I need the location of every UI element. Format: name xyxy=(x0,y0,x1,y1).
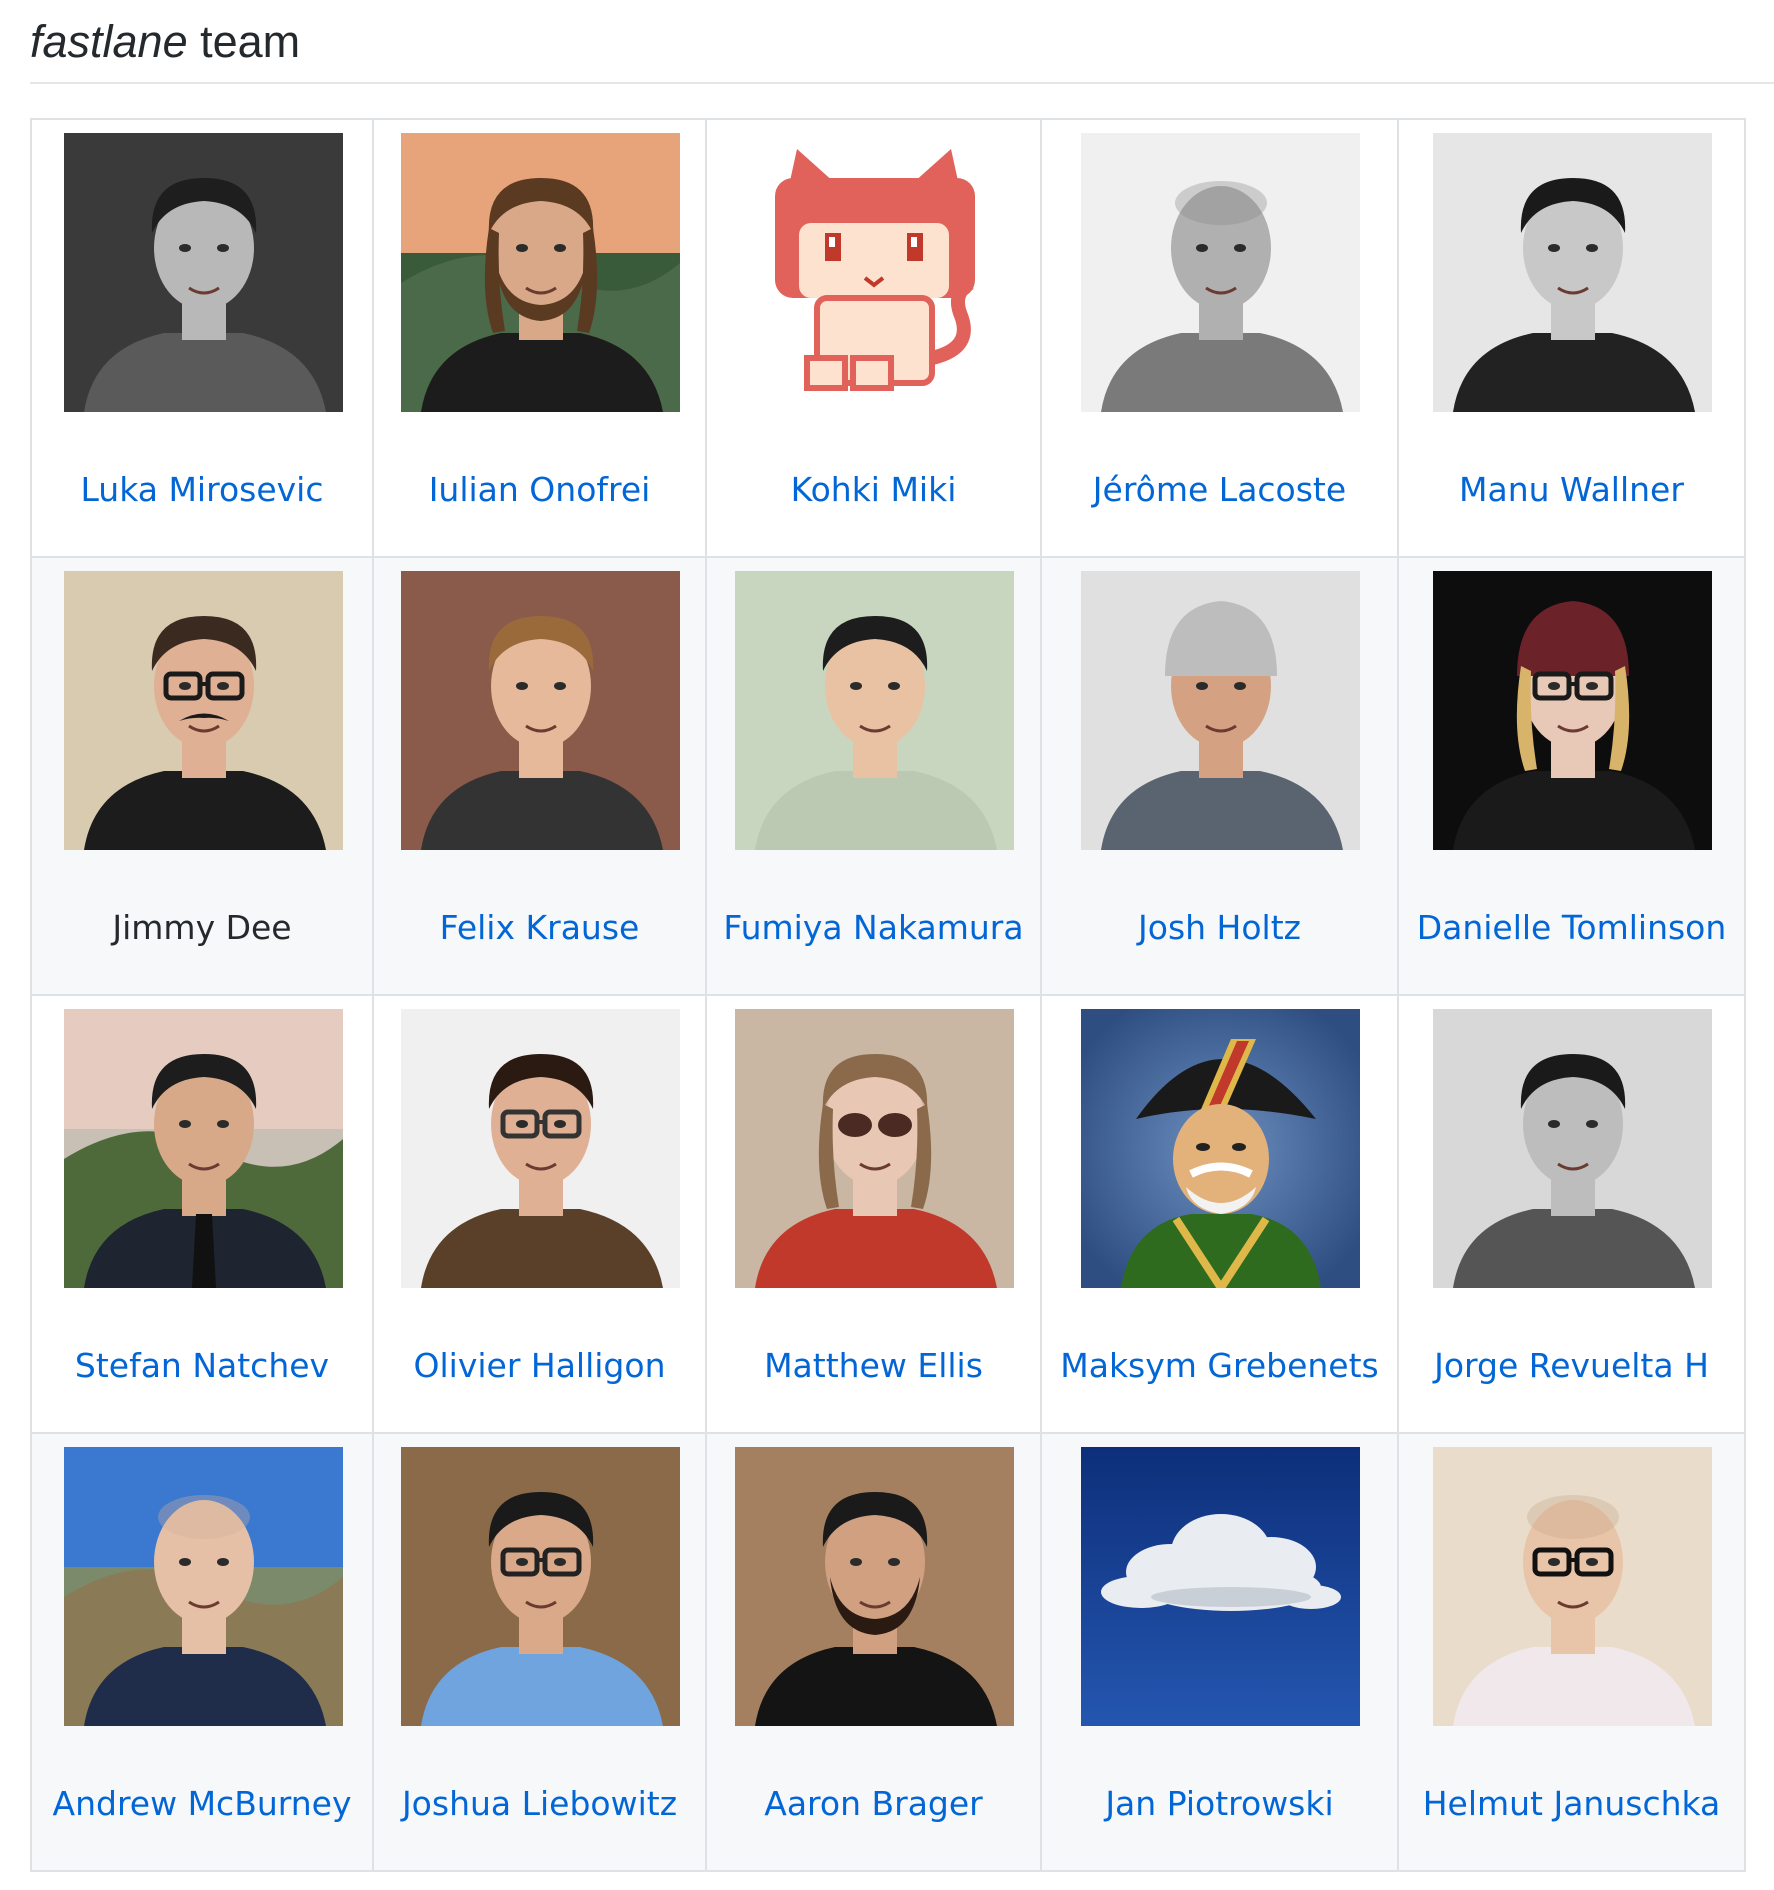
member-name-link[interactable]: Manu Wallner xyxy=(1399,470,1744,510)
member-name-link[interactable]: Matthew Ellis xyxy=(707,1346,1040,1386)
member-name-link[interactable]: Jan Piotrowski xyxy=(1042,1784,1397,1824)
member-cell: Jimmy Dee xyxy=(30,556,374,996)
member-avatar xyxy=(64,1009,343,1288)
member-name-link[interactable]: Danielle Tomlinson xyxy=(1399,908,1744,948)
member-cell: Olivier Halligon xyxy=(372,994,707,1434)
member-name-link[interactable]: Olivier Halligon xyxy=(374,1346,705,1386)
member-avatar xyxy=(401,1447,680,1726)
heading-emphasis: fastlane xyxy=(30,16,188,67)
member-name-link[interactable]: Jérôme Lacoste xyxy=(1042,470,1397,510)
team-row: Jimmy Dee Felix Krause Fumiya Nakamura Josh… xyxy=(30,556,1746,996)
member-name-text: Jimmy Dee xyxy=(112,908,292,947)
member-cell: Danielle Tomlinson xyxy=(1397,556,1746,996)
member-name-link[interactable]: Aaron Brager xyxy=(707,1784,1040,1824)
member-name-link[interactable]: Felix Krause xyxy=(374,908,705,948)
member-avatar xyxy=(64,133,343,412)
member-name-link[interactable]: Jorge Revuelta H xyxy=(1399,1346,1744,1386)
member-cell: Aaron Brager xyxy=(705,1432,1042,1872)
member-avatar xyxy=(1081,571,1360,850)
member-cell: Luka Mirosevic xyxy=(30,118,374,558)
team-row: Andrew McBurney Joshua Liebowitz Aaron Bra… xyxy=(30,1432,1746,1872)
team-row: Luka Mirosevic Iulian Onofrei Kohki Miki Jé… xyxy=(30,118,1746,558)
pixel-cat-icon xyxy=(735,133,1014,412)
member-cell: Jan Piotrowski xyxy=(1040,1432,1399,1872)
cloud-icon xyxy=(1081,1447,1360,1726)
member-avatar xyxy=(1433,571,1712,850)
member-cell: Jérôme Lacoste xyxy=(1040,118,1399,558)
member-avatar xyxy=(1433,133,1712,412)
member-avatar xyxy=(401,571,680,850)
member-cell: Iulian Onofrei xyxy=(372,118,707,558)
member-name-link[interactable]: Luka Mirosevic xyxy=(32,470,372,510)
member-name-link[interactable]: Stefan Natchev xyxy=(32,1346,372,1386)
member-cell: Manu Wallner xyxy=(1397,118,1746,558)
member-cell: Felix Krause xyxy=(372,556,707,996)
member-name-link[interactable]: Fumiya Nakamura xyxy=(707,908,1040,948)
member-name-link[interactable]: Joshua Liebowitz xyxy=(374,1784,705,1824)
member-avatar xyxy=(1081,133,1360,412)
member-name-link[interactable]: Josh Holtz xyxy=(1042,908,1397,948)
member-name-link[interactable]: Kohki Miki xyxy=(707,470,1040,510)
member-name-link[interactable]: Helmut Januschka xyxy=(1399,1784,1744,1824)
member-name-link[interactable]: Maksym Grebenets xyxy=(1042,1346,1397,1386)
team-table: Luka Mirosevic Iulian Onofrei Kohki Miki Jé… xyxy=(30,118,1746,1872)
member-avatar xyxy=(64,1447,343,1726)
member-cell: Fumiya Nakamura xyxy=(705,556,1042,996)
heading-rest: team xyxy=(187,16,301,67)
team-row: Stefan Natchev Olivier Halligon Matthew El… xyxy=(30,994,1746,1434)
member-avatar xyxy=(401,133,680,412)
member-avatar xyxy=(1433,1447,1712,1726)
team-table-body: Luka Mirosevic Iulian Onofrei Kohki Miki Jé… xyxy=(30,118,1746,1872)
member-cell: Joshua Liebowitz xyxy=(372,1432,707,1872)
member-cell: Josh Holtz xyxy=(1040,556,1399,996)
member-avatar xyxy=(64,571,343,850)
member-cell: Kohki Miki xyxy=(705,118,1042,558)
member-name-link[interactable]: Iulian Onofrei xyxy=(374,470,705,510)
member-avatar xyxy=(1433,1009,1712,1288)
member-avatar xyxy=(735,571,1014,850)
member-cell: Helmut Januschka xyxy=(1397,1432,1746,1872)
team-heading: fastlane team xyxy=(30,10,1774,84)
member-avatar xyxy=(735,1447,1014,1726)
member-cell: Stefan Natchev xyxy=(30,994,374,1434)
member-avatar xyxy=(735,1009,1014,1288)
cartoon-general-icon xyxy=(1081,1009,1360,1288)
member-cell: Maksym Grebenets xyxy=(1040,994,1399,1434)
member-cell: Andrew McBurney xyxy=(30,1432,374,1872)
member-avatar xyxy=(401,1009,680,1288)
member-cell: Jorge Revuelta H xyxy=(1397,994,1746,1434)
member-cell: Matthew Ellis xyxy=(705,994,1042,1434)
member-name-link[interactable]: Andrew McBurney xyxy=(32,1784,372,1824)
